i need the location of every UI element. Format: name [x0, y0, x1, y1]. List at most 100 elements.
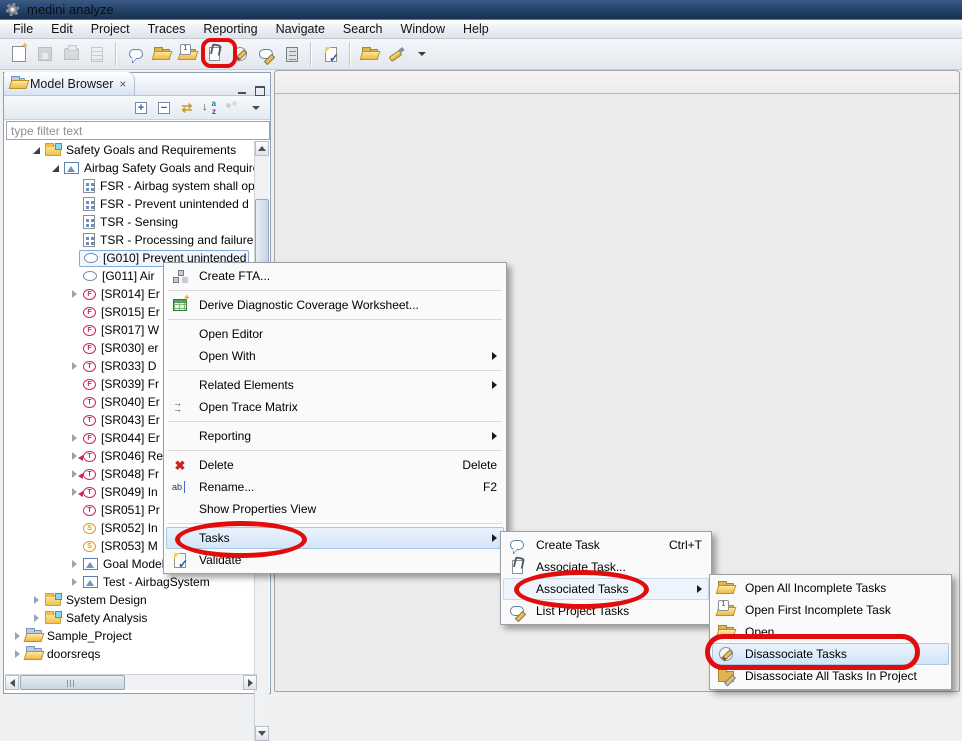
associate-task-button[interactable]	[201, 41, 227, 67]
tree-item-fsr-airbag-system-shall-op[interactable]: FSR - Airbag system shall op	[5, 177, 257, 195]
expand-arrow[interactable]	[11, 630, 24, 643]
tree-item-label: Safety Goals and Requirements	[66, 143, 236, 157]
menu-item-open-editor[interactable]: Open Editor	[166, 323, 504, 345]
menu-item-label: Disassociate All Tasks In Project	[737, 669, 917, 683]
horizontal-scrollbar[interactable]	[5, 674, 257, 690]
model-browser-tab-icon	[11, 78, 25, 89]
menubar-item-window[interactable]: Window	[392, 20, 454, 38]
open-button[interactable]	[357, 41, 383, 67]
menu-item-show-properties-view[interactable]: Show Properties View	[166, 498, 504, 520]
create-task-button[interactable]	[123, 41, 149, 67]
expand-all-button[interactable]: +	[133, 100, 149, 116]
menubar-item-reporting[interactable]: Reporting	[194, 20, 266, 38]
filters-button[interactable]	[225, 100, 241, 116]
validate-button[interactable]	[318, 41, 344, 67]
scroll-left-button[interactable]	[5, 675, 19, 690]
horizontal-scroll-thumb[interactable]	[20, 675, 125, 690]
menu-item-open-all-incomplete-tasks[interactable]: Open All Incomplete Tasks	[712, 577, 949, 599]
menubar-item-project[interactable]: Project	[82, 20, 139, 38]
open-first-incomplete-task-button[interactable]	[175, 41, 201, 67]
expand-arrow[interactable]	[30, 612, 43, 625]
disassociate-tasks-button[interactable]	[227, 41, 253, 67]
collapse-all-button[interactable]: −	[156, 100, 172, 116]
menu-item-related-elements[interactable]: Related Elements	[166, 374, 504, 396]
expand-arrow[interactable]	[68, 360, 81, 373]
new-button[interactable]	[6, 41, 32, 67]
tree-item-label: [SR044] Er	[101, 431, 160, 445]
print-button[interactable]	[58, 41, 84, 67]
open-all-incomplete-tasks-button[interactable]	[149, 41, 175, 67]
tree-item-tsr-processing-and-failure[interactable]: TSR - Processing and failure	[5, 231, 257, 249]
list-tasks-button[interactable]	[279, 41, 305, 67]
filter-input[interactable]	[6, 121, 270, 140]
menu-item-open[interactable]: Open...	[712, 621, 949, 643]
maximize-view-icon[interactable]	[254, 85, 265, 95]
menu-item-derive-diagnostic-coverage-worksheet[interactable]: Derive Diagnostic Coverage Worksheet...	[166, 294, 504, 316]
scroll-up-button[interactable]	[255, 141, 269, 156]
scroll-right-button[interactable]	[243, 675, 257, 690]
tree-item-test-airbagsystem[interactable]: Test - AirbagSystem	[5, 573, 257, 591]
menu-item-create-fta[interactable]: Create FTA...	[166, 265, 504, 287]
tree-item-safety-goals-and-requirements[interactable]: Safety Goals and Requirements	[5, 141, 257, 159]
edit-task-button[interactable]	[253, 41, 279, 67]
report-button[interactable]	[84, 41, 110, 67]
format-brush-button[interactable]	[383, 41, 409, 67]
tree-item-system-design[interactable]: System Design	[5, 591, 257, 609]
minimize-view-icon[interactable]	[237, 85, 248, 95]
menu-item-create-task[interactable]: Create TaskCtrl+T	[503, 534, 709, 556]
tree-item-label: Airbag Safety Goals and Require	[84, 161, 257, 175]
menu-item-rename[interactable]: Rename...F2	[166, 476, 504, 498]
context-menu-separator	[168, 290, 502, 291]
view-menu-button[interactable]	[248, 100, 264, 116]
toolbar-dropdown-button[interactable]	[409, 41, 435, 67]
reqdoc-icon	[83, 179, 95, 193]
expand-arrow[interactable]	[11, 648, 24, 661]
folder-open-icon	[715, 627, 737, 638]
tree-item-fsr-prevent-unintended-d[interactable]: FSR - Prevent unintended d	[5, 195, 257, 213]
menu-item-associate-task[interactable]: Associate Task...	[503, 556, 709, 578]
tree-item-label: FSR - Prevent unintended d	[100, 197, 249, 211]
expanded-arrow-icon	[52, 165, 59, 172]
menu-item-open-first-incomplete-task[interactable]: Open First Incomplete Task	[712, 599, 949, 621]
scroll-down-button[interactable]	[255, 726, 269, 741]
tree-item-label: Sample_Project	[47, 629, 132, 643]
menubar-item-edit[interactable]: Edit	[42, 20, 82, 38]
tree-item-label: [SR039] Fr	[101, 377, 159, 391]
expand-arrow[interactable]	[68, 576, 81, 589]
expand-arrow[interactable]	[68, 288, 81, 301]
tree-item-label: [SR048] Fr	[101, 467, 159, 481]
sort-az-button[interactable]: az	[202, 100, 218, 116]
menu-item-tasks[interactable]: Tasks	[166, 527, 504, 549]
menubar-item-help[interactable]: Help	[454, 20, 498, 38]
expand-arrow[interactable]	[68, 432, 81, 445]
link-with-editor-button[interactable]: ⇄	[179, 100, 195, 116]
close-icon[interactable]: ×	[118, 78, 127, 90]
menu-item-delete[interactable]: DeleteDelete	[166, 454, 504, 476]
menu-item-open-trace-matrix[interactable]: Open Trace Matrix	[166, 396, 504, 418]
expand-arrow[interactable]	[30, 144, 43, 157]
menubar-item-navigate[interactable]: Navigate	[267, 20, 334, 38]
menu-item-list-project-tasks[interactable]: List Project Tasks	[503, 600, 709, 622]
save-button[interactable]	[32, 41, 58, 67]
expand-spacer	[68, 342, 81, 355]
menu-item-disassociate-all-tasks-in-project[interactable]: Disassociate All Tasks In Project	[712, 665, 949, 687]
menu-item-disassociate-tasks[interactable]: Disassociate Tasks	[712, 643, 949, 665]
context-menu-separator	[168, 450, 502, 451]
tree-item-safety-analysis[interactable]: Safety Analysis	[5, 609, 257, 627]
tab-model-browser[interactable]: Model Browser ×	[4, 72, 135, 95]
tree-item-airbag-safety-goals-and-require[interactable]: Airbag Safety Goals and Require	[5, 159, 257, 177]
menu-item-reporting[interactable]: Reporting	[166, 425, 504, 447]
menu-item-open-with[interactable]: Open With	[166, 345, 504, 367]
menu-item-validate[interactable]: Validate	[166, 549, 504, 571]
tree-item-doorsreqs[interactable]: doorsreqs	[5, 645, 257, 663]
tree-item-tsr-sensing[interactable]: TSR - Sensing	[5, 213, 257, 231]
menubar-item-file[interactable]: File	[4, 20, 42, 38]
diagram-icon	[83, 558, 98, 570]
expand-arrow[interactable]	[49, 162, 62, 175]
expand-arrow[interactable]	[30, 594, 43, 607]
menu-item-associated-tasks[interactable]: Associated Tasks	[503, 578, 709, 600]
menubar-item-search[interactable]: Search	[334, 20, 392, 38]
tree-item-sample-project[interactable]: Sample_Project	[5, 627, 257, 645]
expand-arrow[interactable]	[68, 558, 81, 571]
menubar-item-traces[interactable]: Traces	[139, 20, 195, 38]
